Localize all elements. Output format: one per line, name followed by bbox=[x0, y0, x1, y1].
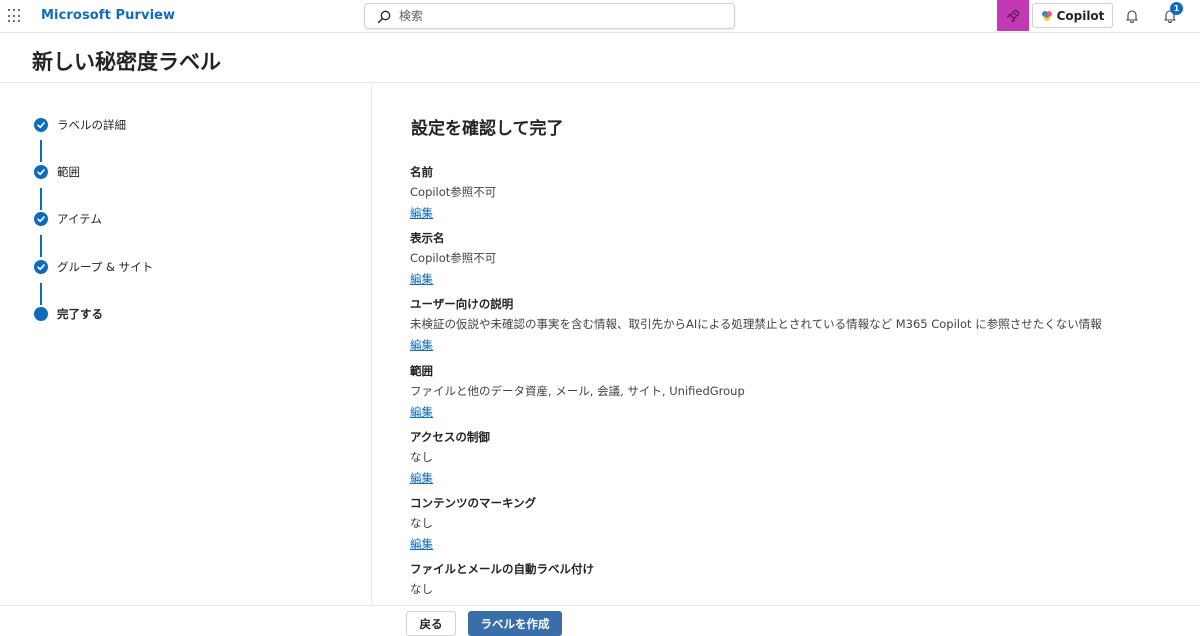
step-finish[interactable]: 完了する bbox=[34, 304, 103, 324]
bell-button[interactable] bbox=[1122, 6, 1142, 26]
field-content-marking: コンテンツのマーキング なし 編集 bbox=[410, 494, 1190, 554]
app-name[interactable]: Microsoft Purview bbox=[41, 8, 175, 23]
back-button[interactable]: 戻る bbox=[406, 611, 456, 636]
edit-display-name-link[interactable]: 編集 bbox=[410, 269, 433, 289]
field-label: 範囲 bbox=[410, 364, 433, 378]
search-input[interactable] bbox=[399, 4, 719, 28]
step-groups-sites[interactable]: グループ & サイト bbox=[34, 257, 153, 277]
app-launcher-icon[interactable] bbox=[8, 9, 22, 23]
edit-scope-link[interactable]: 編集 bbox=[410, 402, 433, 422]
step-label: グループ & サイト bbox=[57, 260, 154, 274]
field-label: 名前 bbox=[410, 165, 433, 179]
field-value: なし bbox=[410, 582, 433, 596]
footer-bar: 戻る ラベルを作成 bbox=[0, 605, 1200, 636]
copilot-label: Copilot bbox=[1056, 8, 1105, 23]
field-value: Copilot参照不可 bbox=[410, 251, 497, 265]
field-scope: 範囲 ファイルと他のデータ資産, メール, 会議, サイト, UnifiedGr… bbox=[410, 362, 1190, 422]
search-icon bbox=[377, 10, 391, 24]
field-value: Copilot参照不可 bbox=[410, 185, 497, 199]
field-label: アクセスの制御 bbox=[410, 430, 490, 444]
create-label-button[interactable]: ラベルを作成 bbox=[468, 611, 562, 636]
field-description: ユーザー向けの説明 未検証の仮説や未確認の事実を含む情報、取引先からAIによる処… bbox=[410, 295, 1190, 355]
section-title: 設定を確認して完了 bbox=[411, 119, 564, 139]
field-name: 名前 Copilot参照不可 編集 bbox=[410, 163, 1190, 223]
step-scope[interactable]: 範囲 bbox=[34, 162, 80, 182]
edit-access-control-link[interactable]: 編集 bbox=[410, 468, 433, 488]
step-label: 完了する bbox=[57, 307, 103, 321]
notification-badge: 1 bbox=[1170, 2, 1183, 15]
field-label: コンテンツのマーキング bbox=[410, 496, 537, 510]
search-box[interactable] bbox=[364, 3, 735, 29]
step-items[interactable]: アイテム bbox=[34, 209, 102, 229]
field-label: 表示名 bbox=[410, 231, 445, 245]
field-label: ユーザー向けの説明 bbox=[410, 297, 514, 311]
checkmark-icon bbox=[34, 260, 48, 274]
field-value: ファイルと他のデータ資産, メール, 会議, サイト, UnifiedGroup bbox=[410, 384, 745, 398]
step-label-details[interactable]: ラベルの詳細 bbox=[34, 115, 126, 135]
field-value: なし bbox=[410, 516, 433, 530]
field-auto-labeling: ファイルとメールの自動ラベル付け なし bbox=[410, 560, 1190, 599]
field-value: なし bbox=[410, 450, 433, 464]
rocket-button[interactable] bbox=[997, 0, 1029, 31]
notifications-button[interactable]: 1 bbox=[1160, 2, 1183, 26]
field-display-name: 表示名 Copilot参照不可 編集 bbox=[410, 229, 1190, 289]
field-access-control: アクセスの制御 なし 編集 bbox=[410, 428, 1190, 488]
page-title: 新しい秘密度ラベル bbox=[32, 50, 221, 74]
copilot-button[interactable]: Copilot bbox=[1032, 3, 1113, 28]
review-panel: 設定を確認して完了 名前 Copilot参照不可 編集 表示名 Copilot参… bbox=[373, 84, 1200, 605]
top-bar: Microsoft Purview Copilot bbox=[0, 0, 1200, 33]
copilot-icon bbox=[1041, 10, 1052, 21]
step-label: アイテム bbox=[57, 212, 102, 226]
current-step-dot-icon bbox=[34, 307, 48, 321]
step-connector bbox=[40, 188, 42, 210]
checkmark-icon bbox=[34, 165, 48, 179]
field-value: 未検証の仮説や未確認の事実を含む情報、取引先からAIによる処理禁止とされている情… bbox=[410, 317, 1102, 331]
edit-content-marking-link[interactable]: 編集 bbox=[410, 534, 433, 554]
bell-icon bbox=[1126, 10, 1138, 23]
field-label: ファイルとメールの自動ラベル付け bbox=[410, 562, 594, 576]
step-connector bbox=[40, 283, 42, 305]
rocket-icon bbox=[1006, 9, 1020, 22]
checkmark-icon bbox=[34, 118, 48, 132]
step-label: ラベルの詳細 bbox=[57, 118, 126, 132]
edit-description-link[interactable]: 編集 bbox=[410, 335, 433, 355]
edit-name-link[interactable]: 編集 bbox=[410, 203, 433, 223]
checkmark-icon bbox=[34, 212, 48, 226]
page-header: 新しい秘密度ラベル bbox=[0, 34, 1200, 83]
step-connector bbox=[40, 140, 42, 162]
step-connector bbox=[40, 235, 42, 257]
wizard-steps: ラベルの詳細 範囲 アイテム グループ & サイト 完了する bbox=[0, 84, 372, 605]
step-label: 範囲 bbox=[57, 165, 80, 179]
